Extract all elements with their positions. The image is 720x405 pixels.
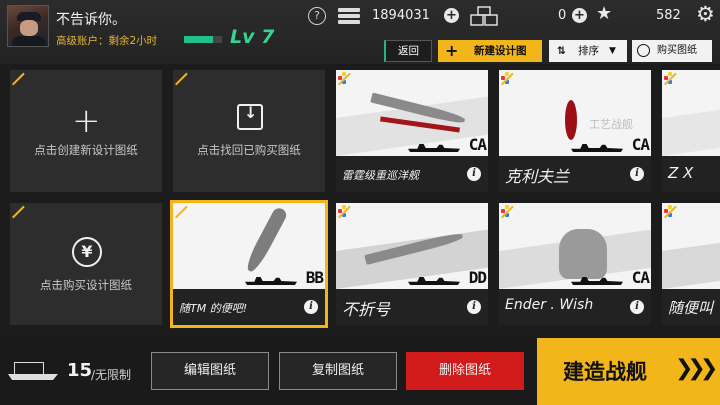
design-name: 不折号: [342, 300, 391, 319]
create-design-label: 点击创建新设计图纸: [34, 143, 138, 157]
account-status: 高级账户：剩余2小时: [56, 35, 158, 47]
crate-icon: [470, 6, 498, 26]
info-icon[interactable]: i: [467, 167, 481, 181]
class-tag: CA: [468, 135, 487, 154]
download-icon: [237, 103, 263, 130]
purchase-design-label: 点击购买设计图纸: [40, 278, 132, 292]
design-name-bar: 克利夫兰 i: [499, 156, 651, 192]
class-tag: CA: [631, 135, 650, 154]
add-coins-icon[interactable]: +: [444, 8, 459, 23]
build-warship-button[interactable]: 建造战舰 ❯❯❯: [537, 338, 720, 405]
design-card[interactable]: CA 雷霆级重巡洋舰 i: [336, 70, 488, 192]
chevron-right-icon: ❯❯❯: [675, 356, 718, 381]
player-avatar[interactable]: [7, 5, 49, 47]
design-name: 随便叫: [668, 299, 714, 317]
settings-gear-icon[interactable]: ⚙: [696, 2, 715, 26]
design-name: 随TM 的便吧!: [179, 302, 248, 315]
plus-icon: +: [445, 41, 459, 60]
sort-label: 排序: [578, 45, 599, 57]
ship-silhouette-icon: [408, 277, 460, 285]
xp-progress-bar: [184, 36, 222, 43]
design-count-limit: /无限制: [91, 368, 132, 382]
design-name-bar: 随便叫: [662, 289, 720, 325]
ship-preview: CA: [336, 70, 488, 156]
design-name-bar: 不折号 i: [336, 289, 488, 325]
back-button[interactable]: 返回: [384, 40, 432, 62]
class-tag: BB: [305, 268, 324, 287]
corner-marker: [662, 70, 680, 88]
buy-blueprints-label: 购买图纸: [657, 45, 697, 56]
ship-preview: DD: [336, 203, 488, 289]
coin-count: 1894031: [372, 8, 430, 23]
corner-marker: [173, 70, 191, 88]
design-name: Z X: [668, 164, 694, 182]
ship-silhouette-icon: [571, 144, 623, 152]
create-design-card[interactable]: + 点击创建新设计图纸: [10, 70, 162, 192]
design-name: 克利夫兰: [505, 167, 570, 186]
corner-marker: [336, 203, 354, 221]
add-crates-icon[interactable]: +: [572, 8, 587, 23]
new-design-button[interactable]: + 新建设计图: [438, 40, 542, 62]
globe-icon: [637, 44, 650, 57]
star-count: 582: [656, 8, 681, 23]
design-name-bar: 随TM 的便吧! i: [173, 289, 325, 325]
info-icon[interactable]: i: [630, 300, 644, 314]
plus-icon: +: [72, 101, 101, 141]
build-warship-label: 建造战舰: [563, 360, 647, 384]
info-icon[interactable]: i: [467, 300, 481, 314]
class-tag: CA: [631, 268, 650, 287]
design-name-bar: Ender . Wish i: [499, 289, 651, 325]
design-card[interactable]: 工艺战舰 CA 克利夫兰 i: [499, 70, 651, 192]
design-card-selected[interactable]: BB 随TM 的便吧! i: [170, 200, 328, 328]
yen-coin-icon: ¥: [72, 237, 102, 267]
design-name: 雷霆级重巡洋舰: [342, 169, 419, 182]
sort-icon: ⇅: [557, 45, 566, 57]
corner-marker: [10, 203, 28, 221]
player-level: Lv 7: [230, 26, 275, 48]
class-tag: DD: [468, 268, 487, 287]
design-card[interactable]: 随便叫: [662, 203, 720, 325]
ship-preview: BB: [173, 203, 325, 289]
help-icon[interactable]: ?: [308, 7, 326, 25]
buy-blueprints-button[interactable]: 购买图纸: [632, 40, 712, 62]
ship-silhouette-icon: [408, 144, 460, 152]
player-name: 不告诉你。: [56, 12, 126, 28]
copy-design-button[interactable]: 复制图纸: [279, 352, 397, 390]
edit-design-button[interactable]: 编辑图纸: [151, 352, 269, 390]
info-icon[interactable]: i: [630, 167, 644, 181]
corner-marker: [499, 203, 517, 221]
ship-preview: CA: [499, 203, 651, 289]
design-count: 15: [67, 360, 93, 381]
crate-count: 0: [558, 8, 567, 23]
corner-marker: [10, 70, 28, 88]
star-icon: ★: [596, 3, 613, 24]
purchase-design-card[interactable]: ¥ 点击购买设计图纸: [10, 203, 162, 325]
watermark: 工艺战舰: [589, 118, 633, 131]
corner-marker: [499, 70, 517, 88]
ship-preview: 工艺战舰 CA: [499, 70, 651, 156]
ship-silhouette-icon: [245, 277, 297, 285]
corner-marker: [173, 203, 191, 221]
retrieve-design-label: 点击找回已购买图纸: [197, 143, 301, 157]
corner-marker: [662, 203, 680, 221]
info-icon[interactable]: i: [304, 300, 318, 314]
sort-dropdown[interactable]: ⇅ 排序 ▼: [549, 40, 627, 62]
design-card[interactable]: DD 不折号 i: [336, 203, 488, 325]
design-name-bar: 雷霆级重巡洋舰 i: [336, 156, 488, 192]
corner-marker: [336, 70, 354, 88]
design-name-bar: Z X: [662, 156, 720, 192]
chevron-down-icon: ▼: [609, 46, 616, 56]
design-card[interactable]: CA Ender . Wish i: [499, 203, 651, 325]
delete-design-button[interactable]: 删除图纸: [406, 352, 524, 390]
shipyard-dock-icon: [8, 358, 58, 384]
design-card[interactable]: Z X: [662, 70, 720, 192]
design-name: Ender . Wish: [505, 297, 594, 313]
new-design-label: 新建设计图: [474, 45, 527, 57]
retrieve-design-card[interactable]: 点击找回已购买图纸: [173, 70, 325, 192]
coin-stack-icon: [338, 6, 360, 26]
